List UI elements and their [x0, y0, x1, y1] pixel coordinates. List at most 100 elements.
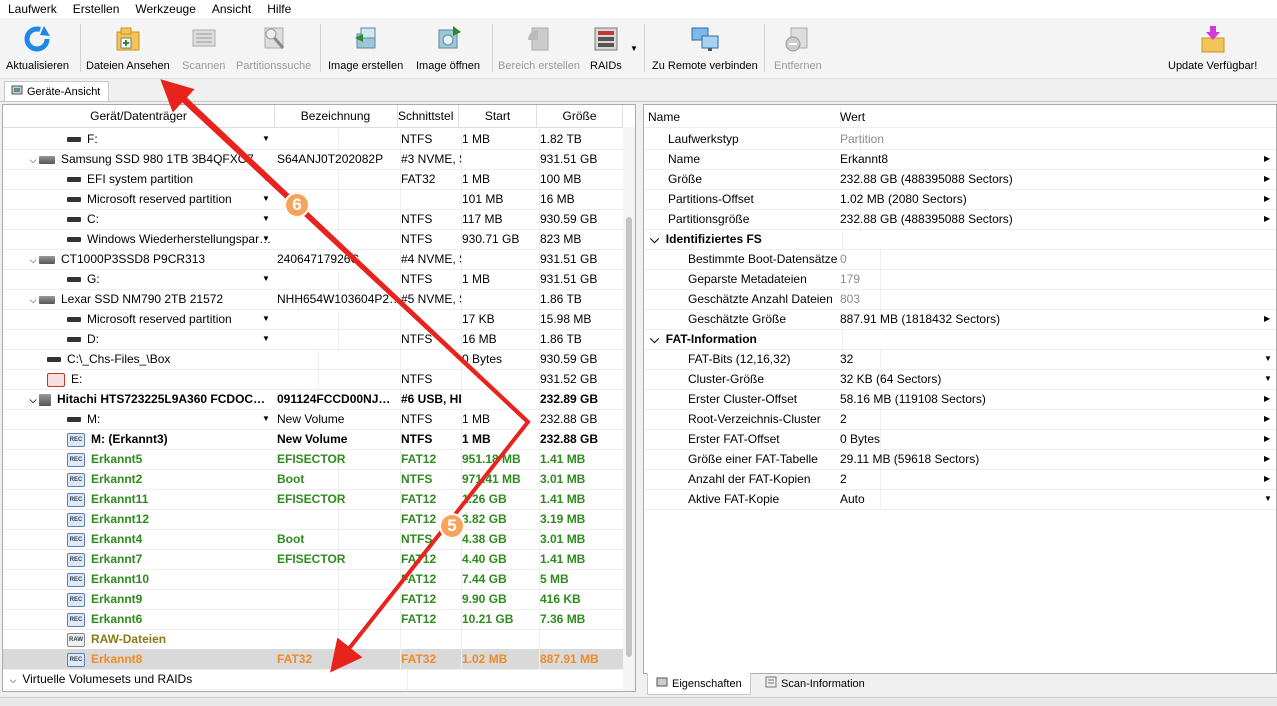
- collapse-icon[interactable]: ⌵: [7, 670, 19, 689]
- connect-remote-button[interactable]: Zu Remote verbinden: [652, 20, 758, 76]
- refresh-button[interactable]: Aktualisieren: [6, 20, 69, 76]
- table-row[interactable]: C:\_Chs-Files_\Box 0 Bytes 930.59 GB: [3, 349, 635, 370]
- column-size[interactable]: Größe: [537, 105, 623, 127]
- partition-search-button[interactable]: Partitionssuche: [236, 20, 311, 76]
- table-row[interactable]: EFI system partition ▼ FAT32 1 MB 100 MB: [3, 169, 635, 190]
- menu-werkzeuge[interactable]: Werkzeuge: [127, 0, 203, 18]
- property-group[interactable]: ⌵ FAT-Information: [644, 329, 1276, 350]
- expand-right-icon[interactable]: ▶: [1264, 189, 1270, 209]
- property-row[interactable]: Geschätzte Anzahl Dateien 803: [644, 289, 1276, 310]
- tab-device-view[interactable]: Geräte-Ansicht: [4, 81, 110, 101]
- table-row[interactable]: REC Erkannt4 Boot NTFS 4.38 GB 3.01 MB: [3, 529, 635, 550]
- table-row[interactable]: Windows Wiederherstellungspar… ▼ NTFS 930…: [3, 229, 635, 250]
- open-image-button[interactable]: Image öffnen: [416, 20, 480, 76]
- collapse-icon[interactable]: ⌵: [27, 290, 39, 309]
- property-group[interactable]: ⌵ Identifiziertes FS: [644, 229, 1276, 250]
- device-tree-scroll-thumb[interactable]: [626, 217, 632, 657]
- property-row[interactable]: Anzahl der FAT-Kopien 2 ▶: [644, 469, 1276, 490]
- property-row[interactable]: Root-Verzeichnis-Cluster 2 ▶: [644, 409, 1276, 430]
- expand-right-icon[interactable]: ▶: [1264, 469, 1270, 489]
- chevron-down-icon[interactable]: ▼: [262, 269, 270, 289]
- view-files-button[interactable]: Dateien Ansehen: [86, 20, 170, 76]
- chevron-down-icon[interactable]: ▼: [262, 409, 270, 429]
- property-row[interactable]: Erster Cluster-Offset 58.16 MB (119108 S…: [644, 389, 1276, 410]
- chevron-down-icon[interactable]: ▼: [262, 169, 270, 189]
- table-row[interactable]: REC Erkannt11 EFISECTOR FAT12 1.26 GB 1.4…: [3, 489, 635, 510]
- chevron-down-icon[interactable]: ▼: [262, 209, 270, 229]
- chevron-down-icon[interactable]: ▼: [262, 229, 270, 249]
- menu-ansicht[interactable]: Ansicht: [204, 0, 259, 18]
- table-row[interactable]: Microsoft reserved partition ▼ 101 MB 16 …: [3, 189, 635, 210]
- chevron-down-icon[interactable]: ▼: [262, 189, 270, 209]
- menu-hilfe[interactable]: Hilfe: [259, 0, 299, 18]
- column-device[interactable]: Gerät/Datenträger: [3, 105, 275, 127]
- tab-properties[interactable]: Eigenschaften: [647, 673, 751, 695]
- table-row[interactable]: REC Erkannt9 FAT12 9.90 GB 416 KB: [3, 589, 635, 610]
- property-row[interactable]: FAT-Bits (12,16,32) 32 ▼: [644, 349, 1276, 370]
- property-row[interactable]: Laufwerkstyp Partition: [644, 129, 1276, 150]
- collapse-icon[interactable]: ⌵: [27, 250, 39, 269]
- chevron-down-icon[interactable]: ▼: [262, 129, 270, 149]
- table-row[interactable]: ⌵ Virtuelle Volumesets und RAIDs: [3, 669, 635, 690]
- menu-laufwerk[interactable]: Laufwerk: [0, 0, 65, 18]
- table-row[interactable]: D: ▼ NTFS 16 MB 1.86 TB: [3, 329, 635, 350]
- property-row[interactable]: Bestimmte Boot-Datensätze 0: [644, 249, 1276, 270]
- property-row[interactable]: Geparste Metadateien 179: [644, 269, 1276, 290]
- table-row[interactable]: C: ▼ NTFS 117 MB 930.59 GB: [3, 209, 635, 230]
- table-row[interactable]: REC Erkannt2 Boot NTFS 971.41 MB 3.01 MB: [3, 469, 635, 490]
- collapse-icon[interactable]: ⌵: [650, 232, 659, 246]
- expand-right-icon[interactable]: ▶: [1264, 169, 1270, 189]
- table-row[interactable]: ⌵ CT1000P3SSD8 P9CR313 24064717926C #4 NV…: [3, 249, 635, 270]
- property-row[interactable]: Größe 232.88 GB (488395088 Sectors) ▶: [644, 169, 1276, 190]
- column-interface[interactable]: Schnittstel: [398, 105, 459, 127]
- table-row-selected[interactable]: REC Erkannt8 FAT32 FAT32 1.02 MB 887.91 M…: [3, 649, 635, 670]
- chevron-down-icon[interactable]: ▼: [262, 309, 270, 329]
- table-row[interactable]: RAW RAW-Dateien: [3, 629, 635, 650]
- table-row[interactable]: ⌵ Hitachi HTS723225L9A360 FCDOC… 091124FC…: [3, 389, 635, 410]
- column-start[interactable]: Start: [459, 105, 537, 127]
- menu-erstellen[interactable]: Erstellen: [65, 0, 128, 18]
- expand-right-icon[interactable]: ▶: [1264, 409, 1270, 429]
- property-row[interactable]: Geschätzte Größe 887.91 MB (1818432 Sect…: [644, 309, 1276, 330]
- expand-right-icon[interactable]: ▶: [1264, 309, 1270, 329]
- property-row[interactable]: Aktive FAT-Kopie Auto ▼: [644, 489, 1276, 510]
- table-row[interactable]: Microsoft reserved partition ▼ 17 KB 15.9…: [3, 309, 635, 330]
- table-row[interactable]: REC Erkannt12 FAT12 3.82 GB 3.19 MB: [3, 509, 635, 530]
- property-row[interactable]: Partitions-Offset 1.02 MB (2080 Sectors)…: [644, 189, 1276, 210]
- property-row[interactable]: Partitionsgröße 232.88 GB (488395088 Sec…: [644, 209, 1276, 230]
- create-region-button[interactable]: Bereich erstellen: [498, 20, 580, 76]
- property-row[interactable]: Erster FAT-Offset 0 Bytes ▶: [644, 429, 1276, 450]
- property-row[interactable]: Cluster-Größe 32 KB (64 Sectors) ▼: [644, 369, 1276, 390]
- tab-scan-information[interactable]: Scan-Information: [757, 673, 873, 694]
- table-row[interactable]: ⌵ Lexar SSD NM790 2TB 21572 NHH654W103604…: [3, 289, 635, 310]
- table-row[interactable]: E: NTFS 931.52 GB: [3, 369, 635, 390]
- expand-right-icon[interactable]: ▶: [1264, 209, 1270, 229]
- chevron-down-icon[interactable]: ▼: [262, 329, 270, 349]
- dropdown-icon[interactable]: ▼: [1264, 349, 1272, 369]
- create-image-button[interactable]: Image erstellen: [328, 20, 403, 76]
- table-row[interactable]: REC Erkannt6 FAT12 10.21 GB 7.36 MB: [3, 609, 635, 630]
- table-row[interactable]: REC Erkannt10 FAT12 7.44 GB 5 MB: [3, 569, 635, 590]
- property-row[interactable]: Größe einer FAT-Tabelle 29.11 MB (59618 …: [644, 449, 1276, 470]
- expand-right-icon[interactable]: ▶: [1264, 429, 1270, 449]
- table-row[interactable]: F: ▼ NTFS 1 MB 1.82 TB: [3, 129, 635, 150]
- raids-button[interactable]: RAIDs: [590, 20, 622, 76]
- expand-right-icon[interactable]: ▶: [1264, 149, 1270, 169]
- table-row[interactable]: G: ▼ NTFS 1 MB 931.51 GB: [3, 269, 635, 290]
- collapse-icon[interactable]: ⌵: [27, 150, 39, 169]
- property-row[interactable]: Name Erkannt8 ▶: [644, 149, 1276, 170]
- remove-button[interactable]: Entfernen: [774, 20, 822, 76]
- table-row[interactable]: REC M: (Erkannt3) New Volume NTFS 1 MB 23…: [3, 429, 635, 450]
- expand-right-icon[interactable]: ▶: [1264, 449, 1270, 469]
- column-label[interactable]: Bezeichnung: [274, 105, 398, 127]
- dropdown-icon[interactable]: ▼: [1264, 489, 1272, 509]
- scan-button[interactable]: Scannen: [182, 20, 225, 76]
- collapse-icon[interactable]: ⌵: [650, 332, 659, 346]
- table-row[interactable]: REC Erkannt7 EFISECTOR FAT12 4.40 GB 1.41…: [3, 549, 635, 570]
- collapse-icon[interactable]: ⌵: [27, 390, 39, 409]
- table-row[interactable]: M: ▼ New Volume NTFS 1 MB 232.88 GB: [3, 409, 635, 430]
- update-button[interactable]: Update Verfügbar!: [1168, 20, 1257, 76]
- table-row[interactable]: ⌵ Samsung SSD 980 1TB 3B4QFXO7 S64ANJ0T20…: [3, 149, 635, 170]
- dropdown-icon[interactable]: ▼: [1264, 369, 1272, 389]
- table-row[interactable]: REC Erkannt5 EFISECTOR FAT12 951.18 MB 1.…: [3, 449, 635, 470]
